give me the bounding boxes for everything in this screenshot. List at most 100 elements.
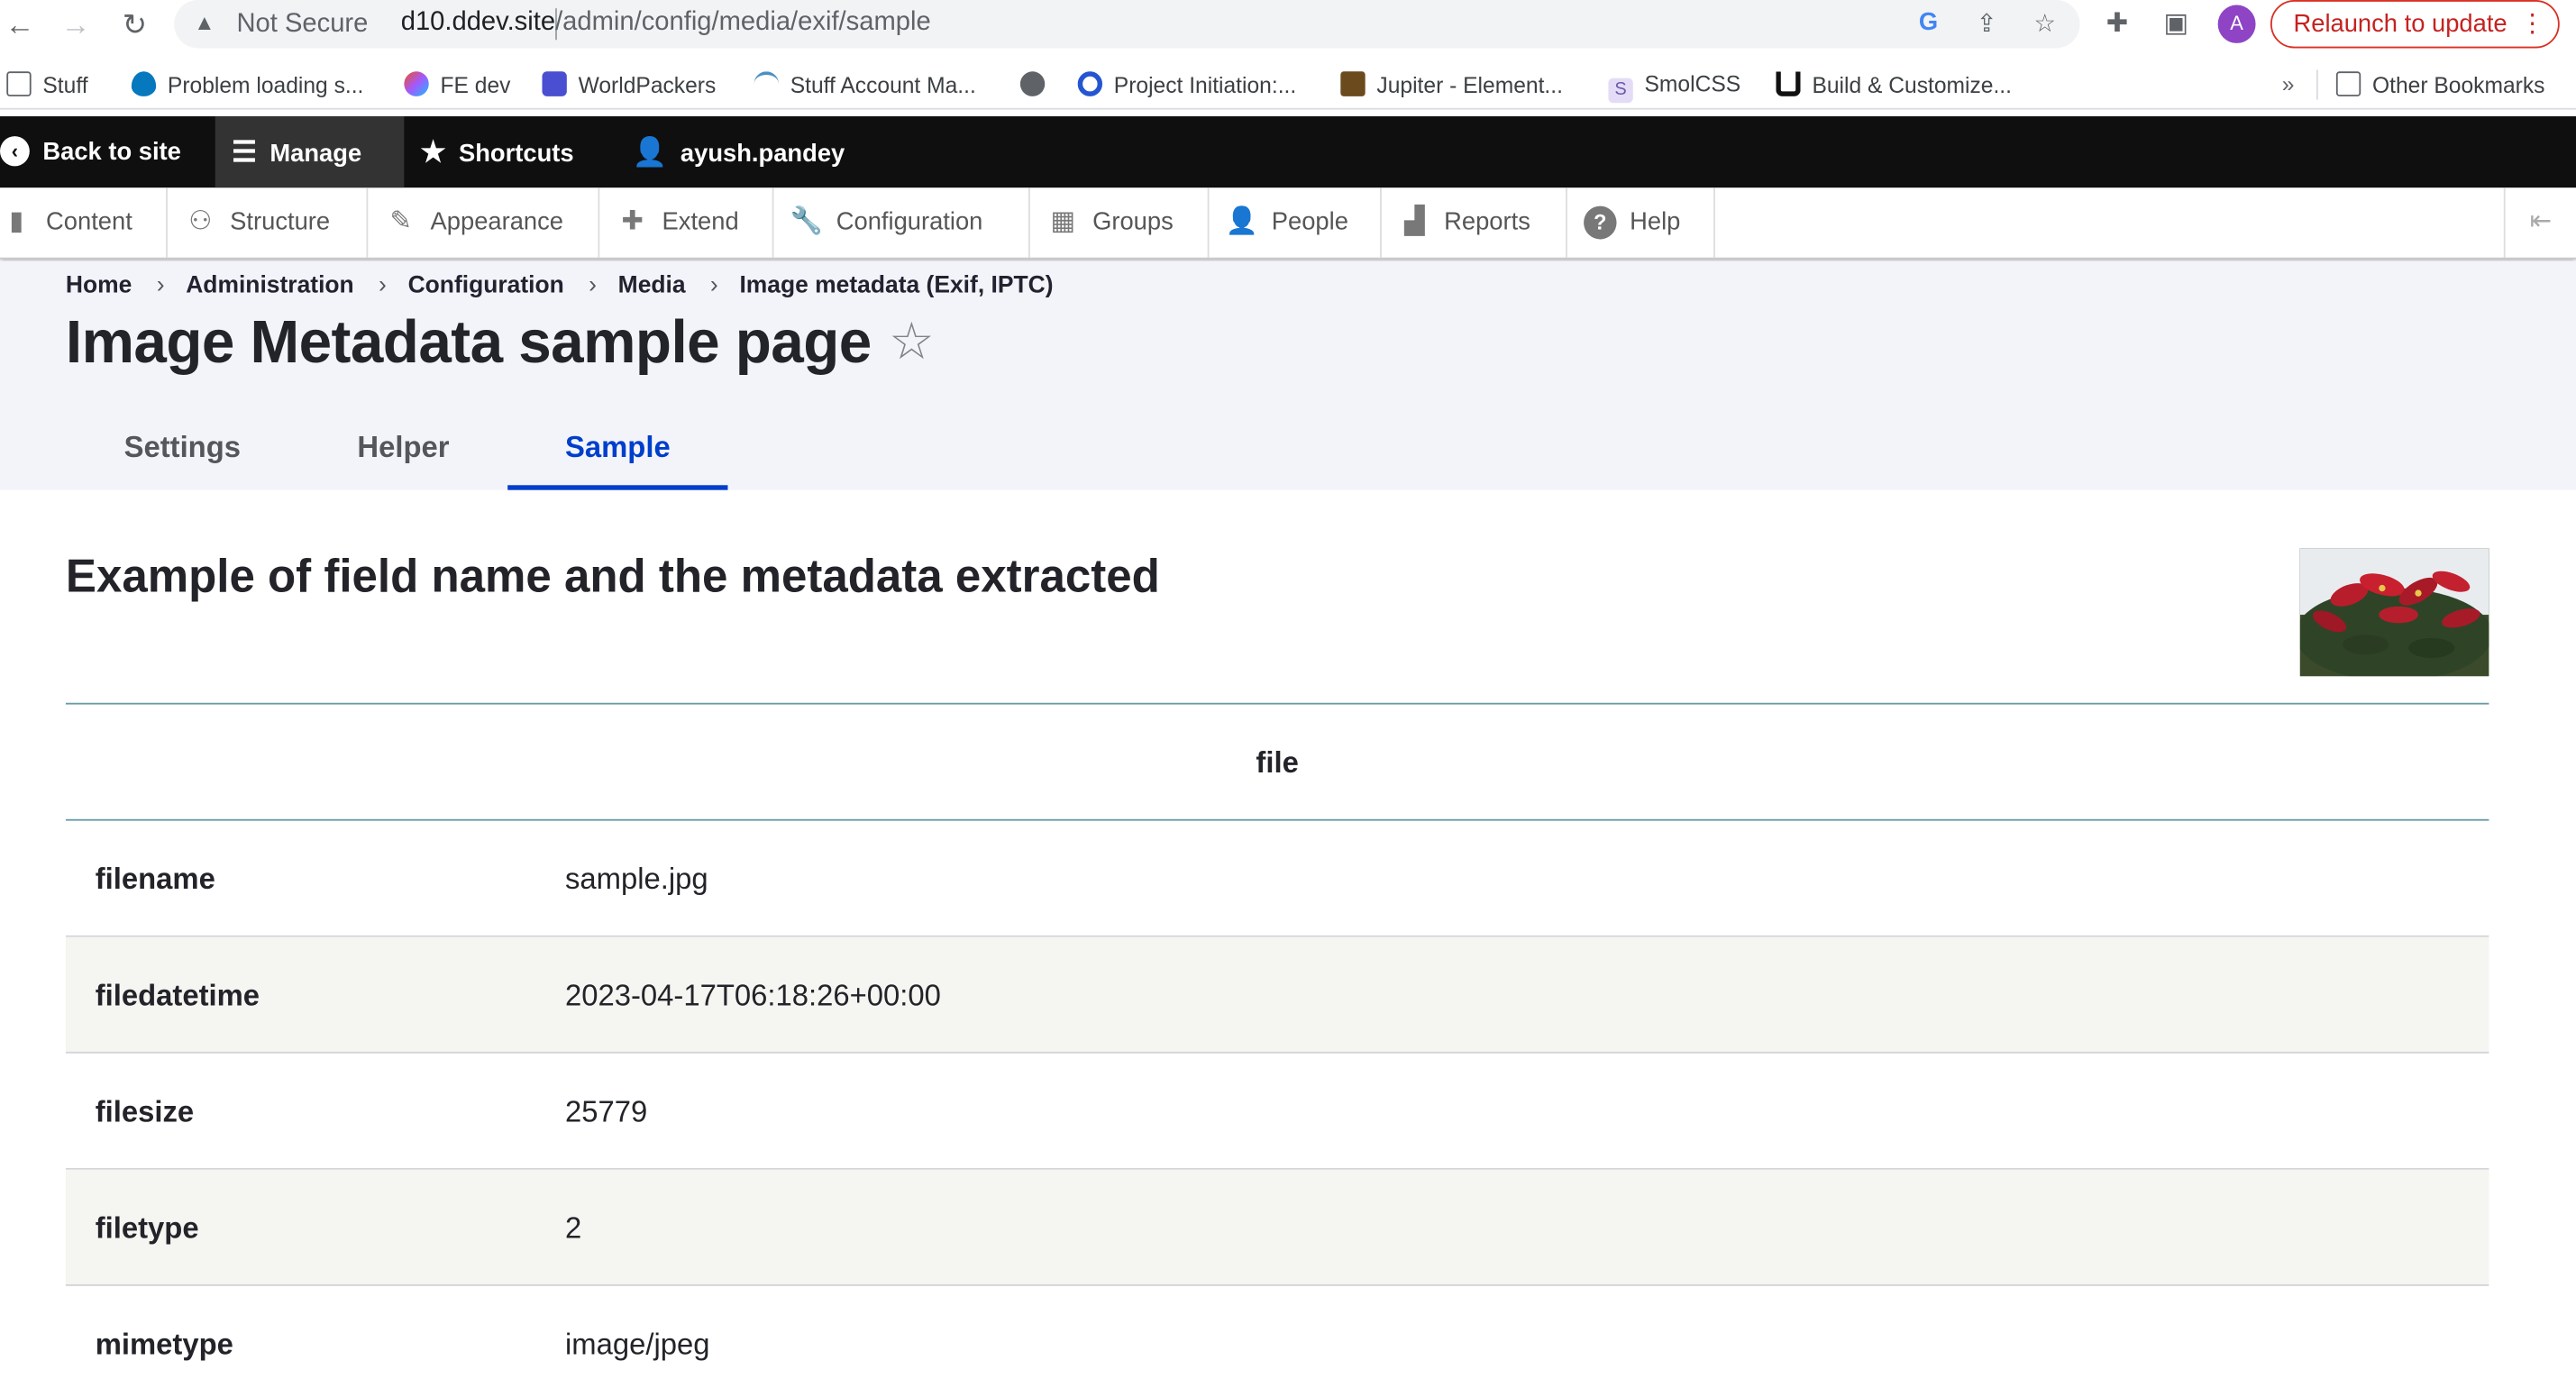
- star-icon: ★: [420, 136, 446, 169]
- manage-tab[interactable]: ☰ Manage: [215, 116, 405, 188]
- relaunch-button[interactable]: Relaunch to update ⋮: [2270, 0, 2560, 49]
- table-header: file: [65, 702, 2489, 821]
- chevron-right-icon: ›: [589, 272, 597, 299]
- u-icon: [1776, 71, 1801, 96]
- admin-toolbar: ‹ Back to site ☰ Manage ★ Shortcuts 👤 ayush.…: [0, 116, 2576, 188]
- bookmark-item[interactable]: FE dev: [404, 71, 510, 98]
- bookmark-item[interactable]: [1019, 71, 1056, 97]
- content-icon: ▮: [9, 207, 24, 236]
- bookmark-item[interactable]: Build & Customize...: [1776, 71, 2012, 98]
- bookmark-item[interactable]: WorldPackers: [542, 71, 716, 98]
- s-icon: S: [1608, 78, 1633, 104]
- tray-item-appearance[interactable]: ✎ Appearance: [368, 187, 600, 258]
- bookmark-item[interactable]: Project Initiation:...: [1077, 71, 1296, 98]
- row-key: filetype: [95, 1210, 199, 1245]
- forward-arrow-icon[interactable]: →: [56, 5, 96, 45]
- tray-item-extend[interactable]: ✚ Extend: [599, 187, 774, 258]
- breadcrumb-link[interactable]: Image metadata (Exif, IPTC): [739, 272, 1053, 298]
- section-heading: Example of field name and the metadata e…: [65, 550, 1160, 602]
- tray-item-configuration[interactable]: 🔧 Configuration: [773, 187, 1030, 258]
- row-key: filedatetime: [95, 978, 260, 1012]
- row-value: 2023-04-17T06:18:26+00:00: [565, 978, 941, 1012]
- chevron-right-icon: ›: [379, 272, 387, 299]
- groups-icon: ▦: [1050, 207, 1076, 236]
- breadcrumb-link[interactable]: Media: [618, 272, 686, 298]
- main-content: Example of field name and the metadata e…: [0, 489, 2576, 1379]
- breadcrumb-link[interactable]: Administration: [186, 272, 353, 298]
- warning-icon: ▲: [194, 10, 215, 35]
- table-row: filetype 2: [65, 1169, 2489, 1286]
- sample-image: [2299, 548, 2489, 677]
- chevron-right-icon: ›: [709, 272, 718, 299]
- extend-icon: ✚: [621, 207, 644, 236]
- page-header: Home › Administration › Configuration › Media ›…: [0, 260, 2576, 490]
- tab-helper[interactable]: Helper: [299, 414, 507, 490]
- row-value: sample.jpg: [565, 862, 708, 896]
- row-key: filesize: [95, 1094, 195, 1128]
- row-value: 25779: [565, 1094, 648, 1128]
- bookmark-item[interactable]: Problem loading s...: [131, 71, 363, 98]
- tray-item-structure[interactable]: ⚇ Structure: [168, 187, 369, 258]
- breadcrumb-link[interactable]: Configuration: [408, 272, 564, 298]
- breadcrumb-link[interactable]: Home: [66, 272, 132, 298]
- people-icon: 👤: [1225, 207, 1259, 236]
- shortcut-star-icon[interactable]: ☆: [889, 313, 935, 372]
- page-title: Image Metadata sample page: [65, 307, 872, 376]
- breadcrumb: Home › Administration › Configuration › Media ›…: [66, 272, 1054, 298]
- table-row: filesize 25779: [65, 1054, 2489, 1170]
- other-bookmarks[interactable]: Other Bookmarks: [2335, 71, 2544, 98]
- metadata-table: file filename sample.jpg filedatetime 20…: [65, 702, 2489, 1379]
- chevron-right-icon: ›: [156, 272, 165, 299]
- reports-icon: ▟: [1404, 207, 1425, 236]
- c-icon: [1077, 71, 1103, 96]
- divider: [2316, 69, 2318, 100]
- tray-item-reports[interactable]: ▟ Reports: [1382, 187, 1567, 258]
- back-arrow-icon[interactable]: ←: [0, 5, 40, 45]
- side-panel-icon[interactable]: ▣: [2163, 6, 2188, 40]
- folder-icon: [6, 71, 32, 96]
- worldpackers-icon: [542, 71, 567, 96]
- structure-icon: ⚇: [188, 207, 213, 236]
- table-row: mimetype image/jpeg: [66, 1286, 2489, 1379]
- tray-item-help[interactable]: ? Help: [1567, 187, 1715, 258]
- browser-toolbar: ← → ↻ ▲ Not Secure d10.ddev.site/admin/c…: [0, 0, 2576, 50]
- bookmarks-bar: Stuff Problem loading s... FE dev WorldP…: [0, 59, 2576, 110]
- back-icon: ‹: [0, 136, 30, 167]
- tab-sample[interactable]: Sample: [507, 414, 728, 490]
- tray-item-content[interactable]: ▮ Content: [0, 187, 168, 258]
- tab-settings[interactable]: Settings: [66, 414, 299, 490]
- reload-icon[interactable]: ↻: [115, 5, 155, 45]
- tray-item-groups[interactable]: ▦ Groups: [1030, 187, 1210, 258]
- menu-dots-icon[interactable]: ⋮: [2520, 2, 2544, 47]
- google-icon[interactable]: G: [1919, 8, 1938, 36]
- help-icon: ?: [1584, 205, 1617, 240]
- user-tab[interactable]: 👤 ayush.pandey: [633, 116, 845, 187]
- shortcuts-tab[interactable]: ★ Shortcuts: [421, 116, 574, 187]
- bookmark-item[interactable]: Stuff: [6, 71, 88, 98]
- table-row: filedatetime 2023-04-17T06:18:26+00:00: [65, 936, 2489, 1054]
- share-icon[interactable]: ⇪: [1977, 8, 1997, 38]
- admin-menu-tray: ▮ Content ⚇ Structure ✎ Appearance ✚ Extend …: [0, 187, 2576, 260]
- security-label[interactable]: Not Secure: [236, 10, 368, 40]
- globe-icon: [1019, 71, 1046, 96]
- extensions-icon[interactable]: ✚: [2106, 6, 2128, 40]
- row-key: filename: [95, 862, 215, 896]
- bookmark-item[interactable]: S SmolCSS: [1608, 71, 1740, 104]
- table-row: filename sample.jpg: [65, 821, 2489, 937]
- bookmarks-overflow[interactable]: »: [2282, 71, 2295, 96]
- avatar[interactable]: A: [2217, 5, 2256, 43]
- row-value: image/jpeg: [565, 1327, 710, 1361]
- address-bar[interactable]: ▲ Not Secure d10.ddev.site/admin/config/…: [174, 0, 2080, 49]
- folder-icon: [2335, 71, 2361, 96]
- user-icon: 👤: [632, 136, 668, 169]
- bookmark-item[interactable]: Jupiter - Element...: [1340, 71, 1563, 98]
- tray-item-people[interactable]: 👤 People: [1210, 187, 1382, 258]
- jupiter-icon: [1340, 71, 1366, 96]
- bookmark-item[interactable]: Stuff Account Ma...: [754, 71, 976, 98]
- bookmark-star-icon[interactable]: ☆: [2034, 8, 2057, 38]
- url-text[interactable]: d10.ddev.site/admin/config/media/exif/sa…: [401, 8, 931, 38]
- row-value: 2: [565, 1210, 582, 1245]
- back-to-site-link[interactable]: ‹ Back to site: [0, 116, 181, 187]
- collapse-tray-icon[interactable]: ⇤: [2503, 187, 2576, 258]
- waves-icon: [754, 71, 779, 96]
